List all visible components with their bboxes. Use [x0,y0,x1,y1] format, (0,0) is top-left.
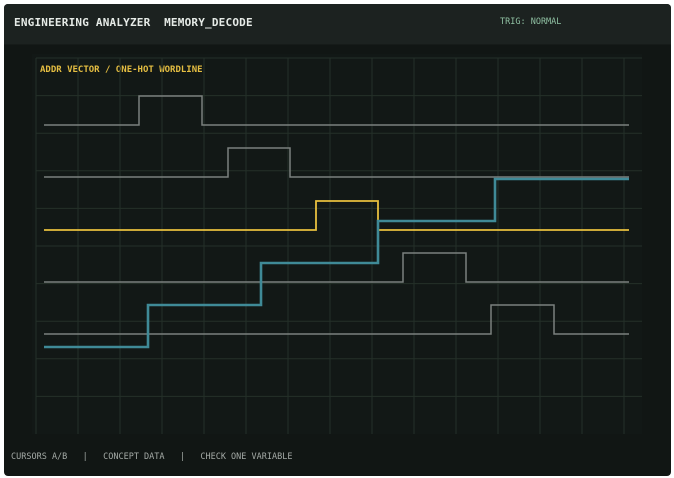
grid-lines [35,57,642,434]
wordline-trace[interactable] [44,147,629,178]
wordline-trace[interactable] [44,95,629,126]
address-vector-trace[interactable] [44,177,629,349]
status-footer: CURSORS A/B | CONCEPT DATA | CHECK ONE V… [11,452,293,462]
wordline-trace-selected[interactable] [44,200,629,231]
waveform-plot[interactable] [0,0,674,478]
wordline-trace[interactable] [44,304,629,335]
wordline-trace[interactable] [44,252,629,283]
